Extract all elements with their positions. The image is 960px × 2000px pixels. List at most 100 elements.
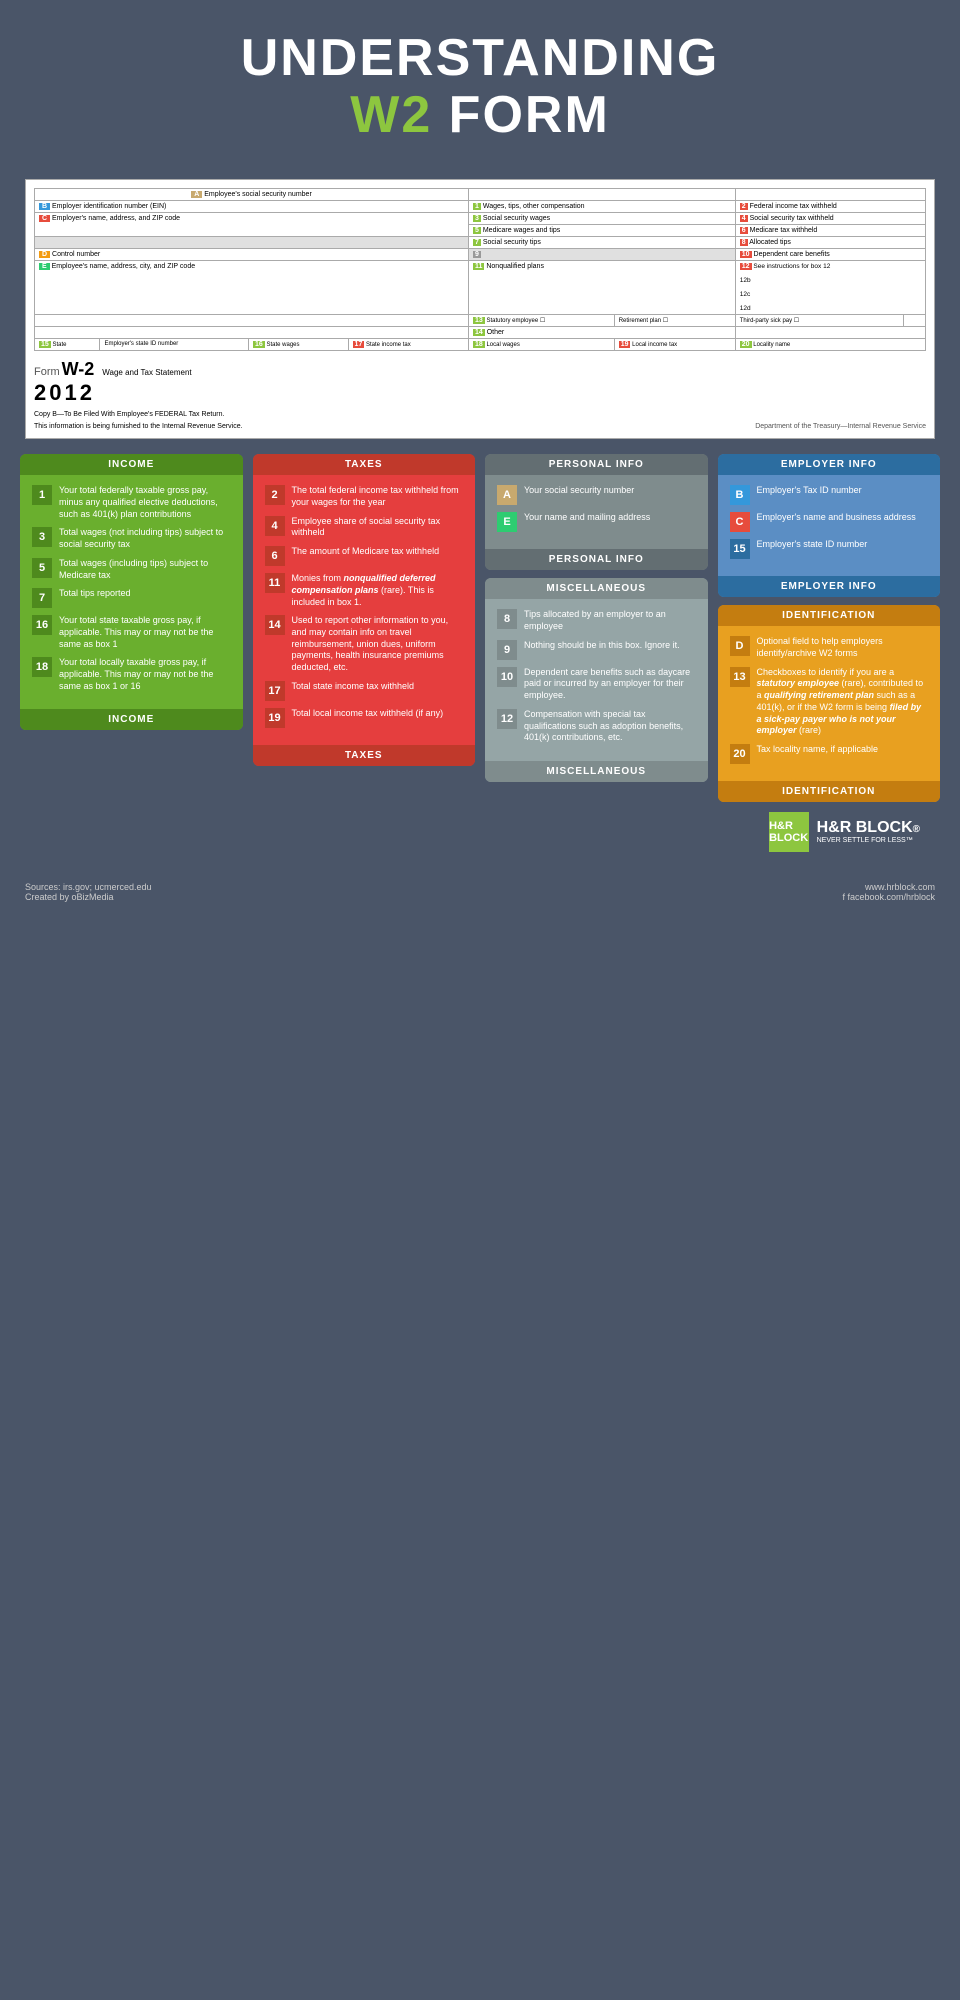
box-e-label: E [39, 263, 50, 270]
box-5-label: 5 [473, 227, 481, 234]
personal-text-e: Your name and mailing address [524, 512, 650, 524]
taxes-text-11: Monies from nonqualified deferred compen… [292, 573, 464, 608]
header: UNDERSTANDING W2 FORM [0, 0, 960, 164]
id-item-20: 20 Tax locality name, if applicable [730, 744, 929, 764]
income-text-18: Your total locally taxable gross pay, if… [59, 657, 231, 692]
header-form: FORM [432, 86, 610, 144]
w2-form-bottom: Form W-2 Wage and Tax Statement 2012 Cop… [34, 359, 926, 430]
employer-header: EMPLOYER INFO [718, 454, 941, 475]
taxes-text-2: The total federal income tax withheld fr… [292, 485, 464, 508]
box-a-label: A [191, 191, 202, 198]
employer-letter-15: 15 [730, 539, 750, 559]
income-text-7: Total tips reported [59, 588, 131, 600]
taxes-item-6: 6 The amount of Medicare tax withheld [265, 546, 464, 566]
income-text-16: Your total state taxable gross pay, if a… [59, 615, 231, 650]
taxes-section: TAXES 2 The total federal income tax wit… [253, 454, 476, 765]
id-item-d: D Optional field to help employers ident… [730, 636, 929, 659]
taxes-item-17: 17 Total state income tax withheld [265, 681, 464, 701]
personal-text-a: Your social security number [524, 485, 634, 497]
id-item-13: 13 Checkboxes to identify if you are a s… [730, 667, 929, 737]
w2-title: W-2 [62, 359, 95, 379]
misc-text-8: Tips allocated by an employer to an empl… [524, 609, 696, 632]
w2-copy-text: Copy B—To Be Filed With Employee's FEDER… [34, 411, 243, 418]
misc-text-12: Compensation with special tax qualificat… [524, 709, 696, 744]
income-item-3: 3 Total wages (not including tips) subje… [32, 527, 231, 550]
income-item-16: 16 Your total state taxable gross pay, i… [32, 615, 231, 650]
employer-letter-b: B [730, 485, 750, 505]
personal-section: PERSONAL INFO A Your social security num… [485, 454, 708, 570]
personal-body: A Your social security number E Your nam… [485, 475, 708, 549]
income-num-5: 5 [32, 558, 52, 578]
income-text-3: Total wages (not including tips) subject… [59, 527, 231, 550]
misc-footer: MISCELLANEOUS [485, 761, 708, 782]
income-text-1: Your total federally taxable gross pay, … [59, 485, 231, 520]
taxes-num-4: 4 [265, 516, 285, 536]
id-section: IDENTIFICATION D Optional field to help … [718, 605, 941, 802]
employer-letter-c: C [730, 512, 750, 532]
income-header: INCOME [20, 454, 243, 475]
bottom-sections: INCOME 1 Your total federally taxable gr… [20, 454, 940, 857]
w2-irs-text: Department of the Treasury—Internal Reve… [755, 423, 926, 430]
box-9-label: 9 [473, 251, 481, 258]
id-body: D Optional field to help employers ident… [718, 626, 941, 781]
col4: EMPLOYER INFO B Employer's Tax ID number… [718, 454, 941, 857]
box-6-label: 6 [740, 227, 748, 234]
id-footer: IDENTIFICATION [718, 781, 941, 802]
header-line1: UNDERSTANDING [20, 30, 940, 87]
box-18-label: 18 [473, 341, 485, 348]
hrblock-tagline: NEVER SETTLE FOR LESS™ [817, 837, 920, 844]
taxes-text-14: Used to report other information to you,… [292, 615, 464, 673]
income-item-5: 5 Total wages (including tips) subject t… [32, 558, 231, 581]
box-8-label: 8 [740, 239, 748, 246]
box-16-label: 16 [253, 341, 265, 348]
employer-footer: EMPLOYER INFO [718, 576, 941, 597]
box-d-label: D [39, 251, 50, 258]
hrblock-name: H&R BLOCK® [817, 819, 920, 837]
footer-created: Created by oBizMedia [25, 892, 152, 902]
box-20-label: 20 [740, 341, 752, 348]
misc-num-8: 8 [497, 609, 517, 629]
hrblock-name-text: H&R BLOCK [817, 819, 913, 837]
taxes-footer: TAXES [253, 745, 476, 766]
id-letter-20: 20 [730, 744, 750, 764]
income-item-1: 1 Your total federally taxable gross pay… [32, 485, 231, 520]
employer-body: B Employer's Tax ID number C Employer's … [718, 475, 941, 576]
misc-text-9: Nothing should be in this box. Ignore it… [524, 640, 680, 652]
personal-item-e: E Your name and mailing address [497, 512, 696, 532]
box-1-label: 1 [473, 203, 481, 210]
footer-website: www.hrblock.com [842, 882, 935, 892]
box-2-label: 2 [740, 203, 748, 210]
box-15-label: 15 [39, 341, 51, 348]
id-letter-d: D [730, 636, 750, 656]
misc-num-9: 9 [497, 640, 517, 660]
income-body: 1 Your total federally taxable gross pay… [20, 475, 243, 709]
id-header: IDENTIFICATION [718, 605, 941, 626]
income-text-5: Total wages (including tips) subject to … [59, 558, 231, 581]
employer-text-15: Employer's state ID number [757, 539, 868, 551]
id-text-13: Checkboxes to identify if you are a stat… [757, 667, 929, 737]
misc-header: MISCELLANEOUS [485, 578, 708, 599]
hrblock-logo: H&RBLOCK H&R BLOCK® NEVER SETTLE FOR LES… [738, 812, 921, 852]
w2-year: 2012 [34, 380, 243, 406]
personal-letter-e: E [497, 512, 517, 532]
personal-item-a: A Your social security number [497, 485, 696, 505]
id-text-d: Optional field to help employers identif… [757, 636, 929, 659]
col3: PERSONAL INFO A Your social security num… [485, 454, 708, 857]
footer-sources: Sources: irs.gov; ucmerced.edu [25, 882, 152, 892]
box-12-label: 12 [740, 263, 752, 270]
income-num-1: 1 [32, 485, 52, 505]
misc-text-10: Dependent care benefits such as daycare … [524, 667, 696, 702]
misc-item-10: 10 Dependent care benefits such as dayca… [497, 667, 696, 702]
misc-num-12: 12 [497, 709, 517, 729]
employer-section: EMPLOYER INFO B Employer's Tax ID number… [718, 454, 941, 597]
income-num-3: 3 [32, 527, 52, 547]
box-13-label: 13 [473, 317, 485, 324]
income-column: INCOME 1 Your total federally taxable gr… [20, 454, 243, 857]
w2-subtitle: Wage and Tax Statement [102, 368, 191, 377]
misc-item-9: 9 Nothing should be in this box. Ignore … [497, 640, 696, 660]
id-text-20: Tax locality name, if applicable [757, 744, 879, 756]
taxes-num-19: 19 [265, 708, 285, 728]
box-19-label: 19 [619, 341, 631, 348]
personal-letter-a: A [497, 485, 517, 505]
taxes-item-19: 19 Total local income tax withheld (if a… [265, 708, 464, 728]
